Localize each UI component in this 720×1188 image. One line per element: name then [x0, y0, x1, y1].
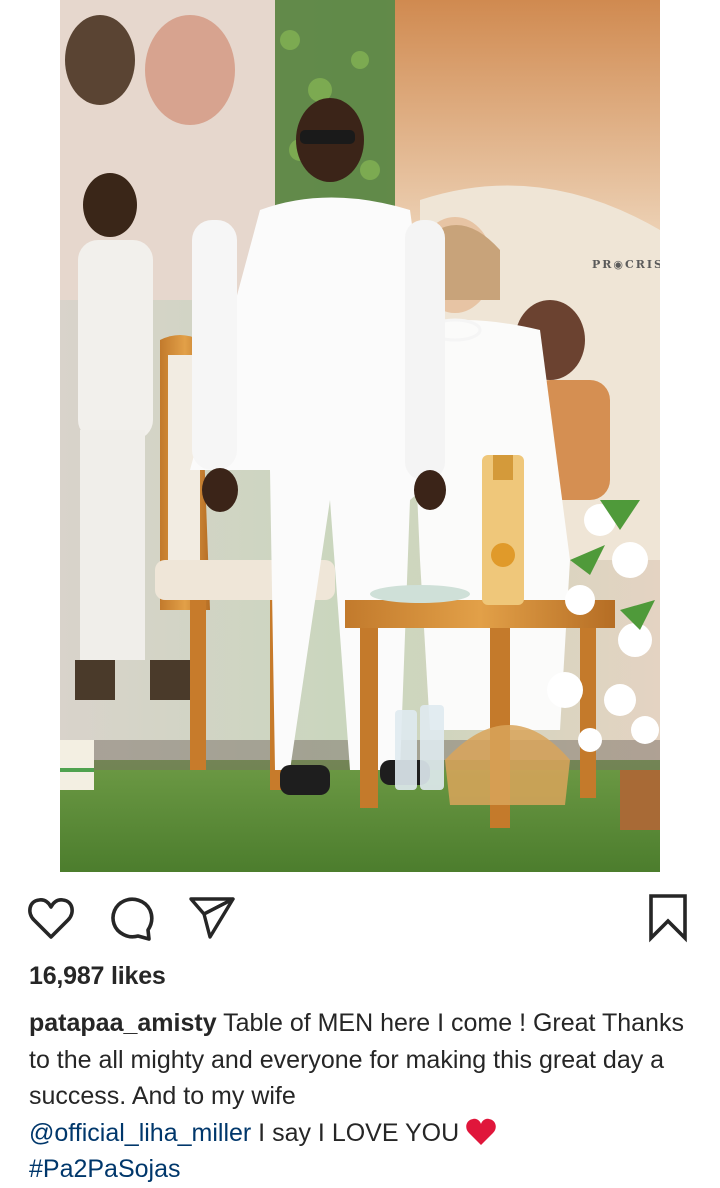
- comment-bubble-icon[interactable]: [107, 893, 157, 943]
- mention-link[interactable]: @official_liha_miller: [29, 1119, 251, 1147]
- post-photo[interactable]: PR◉CRIS: [60, 0, 660, 872]
- hashtag-link[interactable]: #Pa2PaSojas: [29, 1155, 181, 1183]
- bookmark-icon[interactable]: [643, 893, 693, 943]
- caption-username[interactable]: patapaa_amisty: [29, 1009, 217, 1037]
- photographer-watermark: PR◉CRIS: [592, 258, 660, 271]
- paper-plane-icon[interactable]: [187, 893, 237, 943]
- likes-count[interactable]: 16,987 likes: [29, 962, 166, 991]
- heart-outline-icon[interactable]: [26, 893, 76, 943]
- post-caption: patapaa_amisty Table of MEN here I come …: [29, 1005, 701, 1188]
- post-action-bar: [0, 893, 720, 945]
- wedding-photo-illustration: [60, 0, 660, 872]
- red-heart-emoji: [466, 1118, 496, 1145]
- caption-text-2: I say I LOVE YOU: [251, 1118, 467, 1147]
